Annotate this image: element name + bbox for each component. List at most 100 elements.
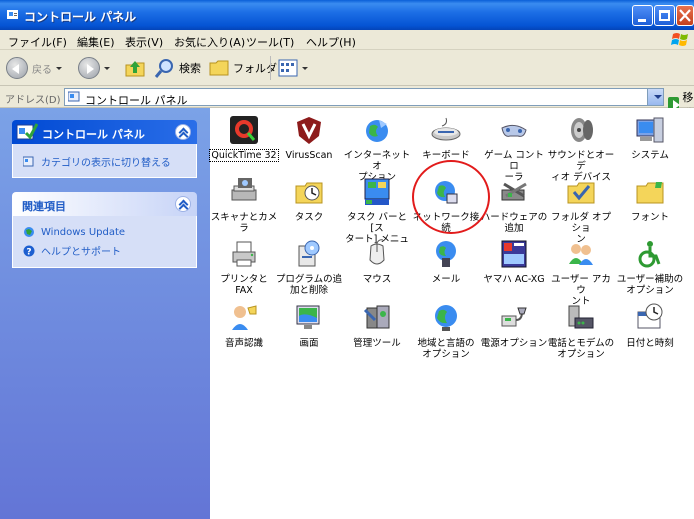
task-pane: コントロール パネル カテゴリの表示に切り替える 関連項目 Windows Up…	[0, 108, 210, 519]
item-label: メール	[431, 274, 461, 285]
title-bar[interactable]: コントロール パネル	[0, 0, 694, 30]
address-value: コントロール パネル	[85, 94, 188, 107]
control-panel-item[interactable]: ハードウェアの 追加	[480, 176, 548, 234]
control-panel-item[interactable]: ゲーム コントロ ーラ	[480, 114, 548, 183]
chevron-down-icon	[56, 66, 62, 70]
menu-view[interactable]: 表示(V)	[125, 34, 163, 50]
folder-options-icon	[565, 176, 597, 208]
item-label: フォント	[630, 212, 669, 223]
control-panel-large-icon	[16, 123, 38, 140]
mouse-icon	[361, 238, 393, 270]
internet-options-icon	[361, 114, 393, 146]
search-button[interactable]: 検索	[154, 55, 201, 81]
control-panel-items: QuickTime 32 VirusScan インターネット オ プション キーボード…	[209, 108, 694, 519]
close-button[interactable]	[676, 5, 694, 26]
forward-button[interactable]	[78, 55, 110, 81]
item-label: 管理ツール	[353, 338, 401, 349]
control-panel-item[interactable]: マウス	[343, 238, 411, 285]
add-hardware-icon	[498, 176, 530, 208]
link-label: ヘルプとサポート	[41, 247, 121, 258]
maximize-button[interactable]	[654, 5, 675, 26]
section-header[interactable]: コントロール パネル	[12, 120, 197, 144]
control-panel-item[interactable]: 管理ツール	[343, 302, 411, 349]
menu-tools[interactable]: ツール(T)	[246, 34, 294, 50]
collapse-icon[interactable]	[175, 196, 191, 212]
help-support-link[interactable]: ? ヘルプとサポート	[23, 243, 121, 258]
control-panel-item[interactable]: システム	[616, 114, 684, 161]
section-title: コントロール パネル	[42, 128, 145, 141]
section-body: Windows Update ? ヘルプとサポート	[12, 216, 197, 268]
regional-icon	[430, 302, 462, 334]
control-panel-item[interactable]: 地域と言語の オプション	[412, 302, 480, 360]
category-view-icon	[23, 156, 34, 166]
phone-modem-icon	[565, 302, 597, 334]
control-panel-item[interactable]: プリンタと FAX	[210, 238, 278, 296]
control-panel-item[interactable]: フォント	[616, 176, 684, 223]
item-label: スキャナとカメラ	[210, 212, 278, 234]
section-title: 関連項目	[22, 200, 66, 213]
menu-bar: ファイル(F) 編集(E) 表示(V) お気に入り(A) ツール(T) ヘルプ(…	[0, 30, 694, 50]
control-panel-item[interactable]: 画面	[275, 302, 343, 349]
control-panel-item[interactable]: インターネット オ プション	[343, 114, 411, 183]
taskbar-icon	[361, 176, 393, 208]
menu-file[interactable]: ファイル(F)	[8, 34, 67, 50]
control-panel-item[interactable]: 音声認識	[210, 302, 278, 349]
item-label: QuickTime 32	[209, 149, 279, 162]
windows-update-icon	[24, 227, 34, 237]
system-icon	[634, 114, 666, 146]
control-panel-item[interactable]: スキャナとカメラ	[210, 176, 278, 234]
control-panel-item[interactable]: ネットワーク接 続	[412, 176, 480, 234]
address-dropdown-button[interactable]	[647, 89, 663, 105]
control-panel-icon	[7, 10, 18, 19]
control-panel-item[interactable]: サウンドとオーデ ィオ デバイス	[547, 114, 615, 183]
item-label: キーボード	[422, 150, 470, 161]
folder-up-icon	[125, 61, 145, 77]
control-panel-item[interactable]: ヤマハ AC-XG	[480, 238, 548, 285]
control-panel-item[interactable]: VirusScan	[275, 114, 343, 161]
control-panel-item[interactable]: QuickTime 32	[209, 114, 279, 162]
control-panel-item[interactable]: メール	[412, 238, 480, 285]
control-panel-item[interactable]: プログラムの追 加と削除	[275, 238, 343, 296]
collapse-icon[interactable]	[175, 124, 191, 140]
switch-category-view-link[interactable]: カテゴリの表示に切り替える	[23, 154, 171, 169]
item-label: 電話とモデムの オプション	[547, 338, 615, 360]
control-panel-item[interactable]: フォルダ オプショ ン	[547, 176, 615, 245]
up-button[interactable]	[124, 55, 146, 81]
control-panel-item[interactable]: タスク	[275, 176, 343, 223]
section-header[interactable]: 関連項目	[12, 192, 197, 216]
game-controller-icon	[498, 114, 530, 146]
toolbar: 戻る 検索 フォルダ	[0, 50, 694, 86]
item-label: 日付と時刻	[626, 338, 674, 349]
menu-edit[interactable]: 編集(E)	[77, 34, 115, 50]
add-remove-programs-icon	[293, 238, 325, 270]
fonts-icon	[634, 176, 666, 208]
chevron-down-icon	[302, 66, 308, 70]
control-panel-section: コントロール パネル カテゴリの表示に切り替える	[12, 120, 197, 178]
address-input[interactable]: コントロール パネル	[64, 88, 664, 107]
windows-logo-icon	[671, 33, 688, 46]
control-panel-item[interactable]: 電源オプション	[480, 302, 548, 349]
item-label: 電源オプション	[480, 338, 548, 349]
speech-icon	[228, 302, 260, 334]
menu-help[interactable]: ヘルプ(H)	[306, 34, 356, 50]
address-bar: アドレス(D) コントロール パネル 移動	[0, 86, 694, 120]
back-button[interactable]: 戻る	[6, 55, 62, 81]
menu-favorites[interactable]: お気に入り(A)	[174, 34, 245, 50]
control-panel-item[interactable]: ユーザー補助の オプション	[616, 238, 684, 296]
search-label: 検索	[179, 62, 201, 75]
views-button[interactable]	[278, 55, 308, 81]
item-label: 地域と言語の オプション	[417, 338, 475, 360]
minimize-button[interactable]	[632, 5, 653, 26]
window-title: コントロール パネル	[24, 10, 137, 24]
folders-button[interactable]: フォルダ	[208, 55, 277, 81]
control-panel-item[interactable]: ユーザー アカウ ント	[547, 238, 615, 307]
back-arrow-icon	[6, 57, 28, 79]
control-panel-item[interactable]: 日付と時刻	[616, 302, 684, 349]
control-panel-item[interactable]: キーボード	[412, 114, 480, 161]
tasks-icon	[293, 176, 325, 208]
display-icon	[293, 302, 325, 334]
printer-icon	[228, 238, 260, 270]
control-panel-item[interactable]: 電話とモデムの オプション	[547, 302, 615, 360]
windows-update-link[interactable]: Windows Update	[23, 226, 125, 238]
svg-text:?: ?	[26, 247, 31, 257]
